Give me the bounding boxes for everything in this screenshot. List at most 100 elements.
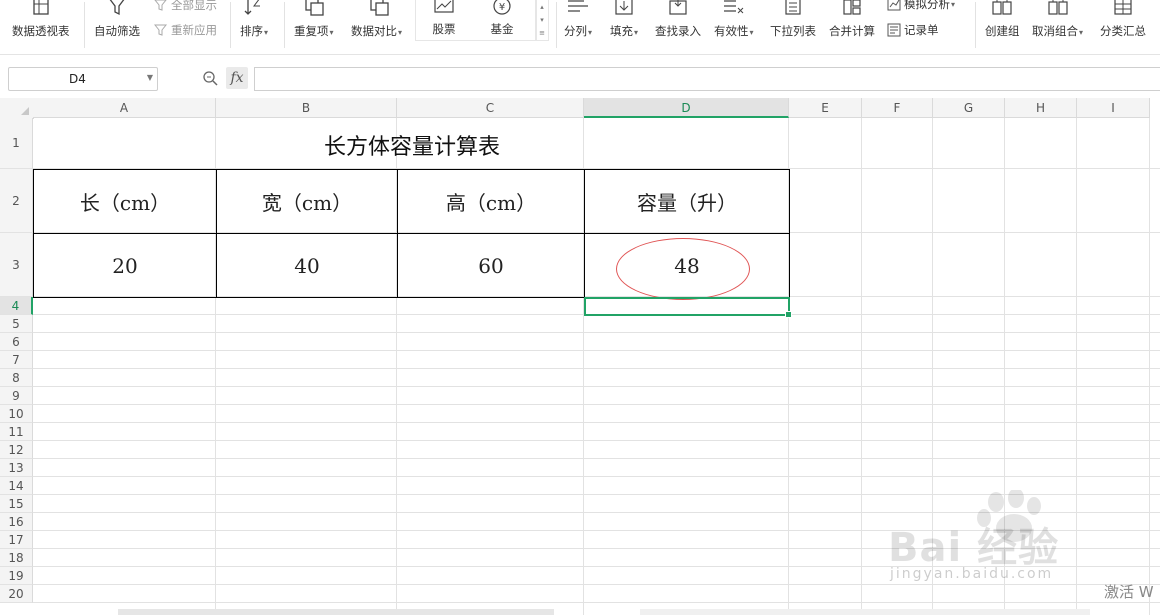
header-cell-height[interactable]: 高（cm） xyxy=(398,170,584,233)
validity-button[interactable]: 有效性▾ xyxy=(714,0,754,48)
dropdown-list-button[interactable]: 下拉列表 xyxy=(770,0,816,48)
ribbon-divider xyxy=(230,2,231,48)
row-header-3[interactable]: 3 xyxy=(0,233,33,297)
name-box[interactable]: D4 ▼ xyxy=(8,67,158,91)
gallery-expand-icon: ≡ xyxy=(539,29,545,38)
what-if-icon xyxy=(887,0,901,11)
table-border xyxy=(397,169,398,298)
column-header-h[interactable]: H xyxy=(1005,98,1077,118)
pivot-table-icon xyxy=(33,0,49,15)
row-header-10[interactable]: 10 xyxy=(0,405,33,423)
merge-calc-label: 合并计算 xyxy=(829,24,875,38)
subtotal-button[interactable]: 分类汇总 xyxy=(1100,0,1146,48)
merge-calc-button[interactable]: 合并计算 xyxy=(829,0,875,48)
split-column-label: 分列 xyxy=(564,24,587,38)
pivot-table-button[interactable]: 数据透视表 xyxy=(12,0,70,48)
create-group-button[interactable]: 创建组 xyxy=(985,0,1020,48)
row-header-5[interactable]: 5 xyxy=(0,315,33,333)
column-header-i[interactable]: I xyxy=(1077,98,1150,118)
fx-icon[interactable]: fx xyxy=(226,67,248,89)
duplicates-label: 重复项 xyxy=(294,24,329,38)
reapply-icon xyxy=(154,24,168,36)
merge-calc-icon xyxy=(843,0,861,15)
table-border xyxy=(216,169,217,298)
ribbon-divider xyxy=(84,2,85,48)
funds-label: 基金 xyxy=(490,22,514,36)
auto-filter-label: 自动筛选 xyxy=(94,24,140,38)
what-if-button[interactable]: 模拟分析 ▾ xyxy=(887,0,955,12)
duplicates-button[interactable]: 重复项▾ xyxy=(294,0,334,48)
filter-icon xyxy=(109,0,125,16)
column-header-c[interactable]: C xyxy=(397,98,584,118)
create-group-icon xyxy=(992,0,1012,15)
column-header-f[interactable]: F xyxy=(862,98,933,118)
sort-button[interactable]: 排序▾ xyxy=(240,0,268,48)
gallery-scroll[interactable]: ▴ ▾ ≡ xyxy=(535,0,549,41)
active-cell-selection[interactable] xyxy=(584,297,792,318)
row-header-18[interactable]: 18 xyxy=(0,549,33,567)
stocks-button[interactable]: 股票 xyxy=(432,0,456,48)
row-header-6[interactable]: 6 xyxy=(0,333,33,351)
row-header-9[interactable]: 9 xyxy=(0,387,33,405)
chevron-down-icon: ▾ xyxy=(540,15,544,24)
row-header-16[interactable]: 16 xyxy=(0,513,33,531)
value-cell-height[interactable]: 60 xyxy=(398,234,584,297)
grid-line xyxy=(1149,118,1150,615)
ungroup-button[interactable]: 取消组合▾ xyxy=(1032,0,1083,48)
split-column-button[interactable]: 分列▾ xyxy=(564,0,592,48)
row-header-8[interactable]: 8 xyxy=(0,369,33,387)
funds-icon: ¥ xyxy=(493,0,511,15)
ungroup-label: 取消组合 xyxy=(1032,24,1078,38)
row-header-4[interactable]: 4 xyxy=(0,297,33,315)
fill-button[interactable]: 填充▾ xyxy=(610,0,638,48)
row-header-11[interactable]: 11 xyxy=(0,423,33,441)
formula-input[interactable] xyxy=(254,67,1160,91)
pivot-table-label: 数据透视表 xyxy=(12,24,70,38)
row-header-7[interactable]: 7 xyxy=(0,351,33,369)
chevron-down-icon: ▾ xyxy=(749,28,754,37)
value-cell-length[interactable]: 20 xyxy=(34,234,216,297)
column-header-g[interactable]: G xyxy=(933,98,1005,118)
row-header-17[interactable]: 17 xyxy=(0,531,33,549)
header-cell-width[interactable]: 宽（cm） xyxy=(217,170,397,233)
row-header-1[interactable]: 1 xyxy=(0,118,33,169)
row-header-13[interactable]: 13 xyxy=(0,459,33,477)
row-header-20[interactable]: 20 xyxy=(0,585,33,603)
record-form-label: 记录单 xyxy=(904,23,939,37)
value-cell-width[interactable]: 40 xyxy=(217,234,397,297)
select-all-corner[interactable] xyxy=(0,98,34,119)
horizontal-scrollbar[interactable] xyxy=(118,609,554,615)
table-border xyxy=(33,233,790,234)
header-cell-capacity[interactable]: 容量（升） xyxy=(585,170,789,233)
funds-button[interactable]: ¥ 基金 xyxy=(490,0,514,48)
row-header-19[interactable]: 19 xyxy=(0,567,33,585)
column-header-b[interactable]: B xyxy=(216,98,397,118)
column-header-a[interactable]: A xyxy=(33,98,216,118)
chevron-up-icon: ▴ xyxy=(540,2,544,11)
chevron-down-icon[interactable]: ▼ xyxy=(147,73,153,82)
row-header-2[interactable]: 2 xyxy=(0,169,33,233)
column-header-e[interactable]: E xyxy=(789,98,862,118)
reapply-button[interactable]: 重新应用 xyxy=(154,22,217,38)
dropdown-list-icon xyxy=(785,0,801,15)
auto-filter-button[interactable]: 自动筛选 xyxy=(94,0,140,48)
row-header-15[interactable]: 15 xyxy=(0,495,33,513)
table-border xyxy=(584,169,585,298)
horizontal-scroll-track[interactable] xyxy=(640,609,1090,615)
find-entry-icon xyxy=(669,0,687,15)
header-cell-length[interactable]: 长（cm） xyxy=(34,170,216,233)
grid-line xyxy=(33,458,1160,459)
ungroup-icon xyxy=(1047,0,1068,15)
validity-icon xyxy=(723,0,744,14)
record-form-button[interactable]: 记录单 xyxy=(887,22,939,38)
data-compare-label: 数据对比 xyxy=(351,24,397,38)
grid-line xyxy=(33,440,1160,441)
show-all-button[interactable]: 全部显示 xyxy=(154,0,217,13)
svg-text:¥: ¥ xyxy=(499,2,505,13)
column-header-d[interactable]: D xyxy=(584,98,789,118)
zoom-icon[interactable] xyxy=(202,70,218,86)
data-compare-button[interactable]: 数据对比▾ xyxy=(351,0,402,48)
find-entry-button[interactable]: 查找录入 xyxy=(655,0,701,48)
row-header-14[interactable]: 14 xyxy=(0,477,33,495)
row-header-12[interactable]: 12 xyxy=(0,441,33,459)
